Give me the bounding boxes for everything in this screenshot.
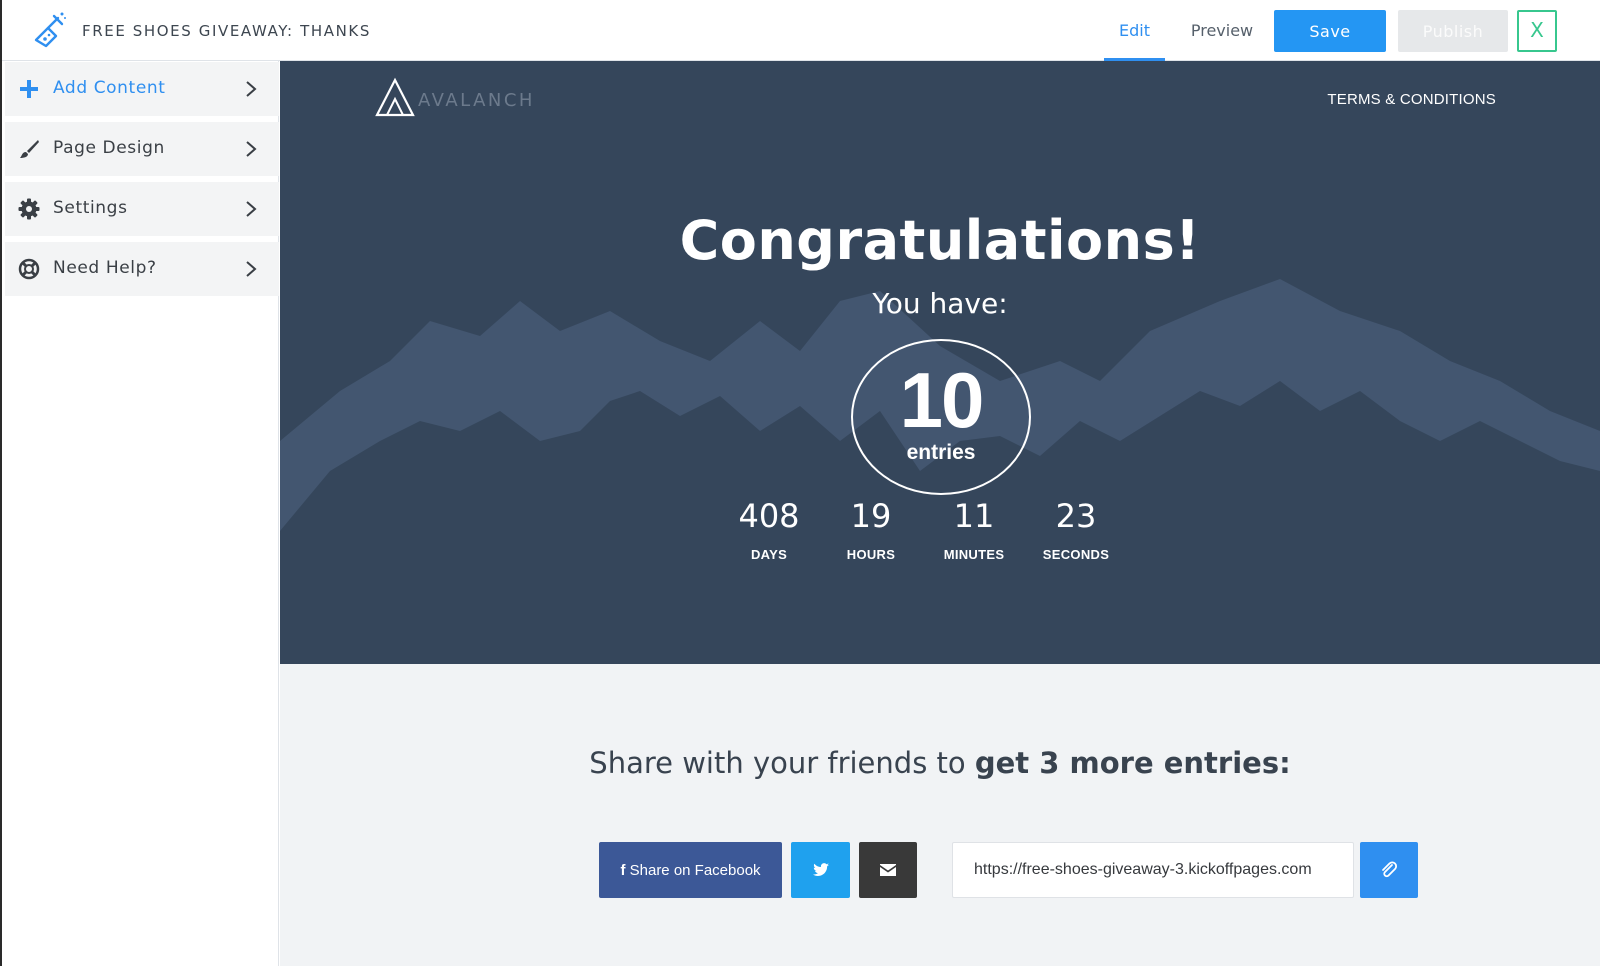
flask-logo-icon — [34, 12, 66, 48]
share-heading-bold: get 3 more entries: — [974, 746, 1291, 780]
countdown-value: 19 — [850, 497, 892, 535]
chevron-right-icon — [246, 201, 257, 217]
brand-name: AVALANCH — [418, 90, 535, 111]
publish-button[interactable]: Publish — [1398, 10, 1508, 52]
tab-preview[interactable]: Preview — [1180, 0, 1264, 61]
entries-label: entries — [906, 441, 976, 464]
countdown-days: 408 DAYS — [717, 497, 821, 562]
countdown-minutes: 11 MINUTES — [922, 497, 1026, 562]
share-twitter-button[interactable] — [791, 842, 850, 898]
plus-icon — [20, 80, 38, 98]
chevron-right-icon — [246, 81, 257, 97]
sidebar-item-label: Need Help? — [53, 258, 157, 278]
countdown-value: 23 — [1055, 497, 1097, 535]
share-url-field[interactable] — [952, 842, 1354, 898]
countdown-hours: 19 HOURS — [819, 497, 923, 562]
paperclip-icon — [1382, 861, 1398, 878]
share-heading: Share with your friends to get 3 more en… — [280, 746, 1600, 780]
chevron-right-icon — [246, 261, 257, 277]
share-facebook-label: Share on Facebook — [629, 861, 761, 879]
entries-badge: 10 entries — [851, 339, 1031, 495]
hero-section: AVALANCH TERMS & CONDITIONS Congratulati… — [280, 61, 1600, 664]
sidebar-item-label: Settings — [53, 198, 128, 218]
chevron-right-icon — [246, 141, 257, 157]
facebook-icon: f — [620, 861, 630, 879]
copy-link-button[interactable] — [1360, 842, 1418, 898]
page-canvas: AVALANCH TERMS & CONDITIONS Congratulati… — [280, 61, 1600, 966]
gear-icon — [18, 198, 40, 220]
countdown-label: MINUTES — [943, 547, 1005, 562]
entries-count: 10 — [899, 356, 985, 444]
sidebar-item-settings[interactable]: Settings — [5, 182, 279, 236]
countdown-value: 11 — [953, 497, 995, 535]
sidebar-item-need-help[interactable]: Need Help? — [5, 242, 279, 296]
countdown-label: DAYS — [750, 547, 788, 562]
countdown-label: HOURS — [846, 547, 896, 562]
share-heading-plain: Share with your friends to — [589, 746, 975, 780]
page-title: FREE SHOES GIVEAWAY: THANKS — [82, 22, 371, 40]
sidebar-item-label: Page Design — [53, 138, 165, 158]
tab-edit[interactable]: Edit — [1104, 0, 1165, 61]
sidebar-item-label: Add Content — [53, 78, 166, 98]
twitter-icon — [812, 863, 829, 876]
share-email-button[interactable] — [859, 842, 917, 898]
save-button[interactable]: Save — [1274, 10, 1386, 52]
countdown-label: SECONDS — [1042, 547, 1110, 562]
terms-link[interactable]: TERMS & CONDITIONS — [1327, 91, 1496, 108]
subheadline: You have: — [872, 287, 1008, 320]
sidebar-item-page-design[interactable]: Page Design — [5, 122, 279, 176]
sidebar-item-add-content[interactable]: Add Content — [5, 62, 279, 116]
countdown-seconds: 23 SECONDS — [1024, 497, 1128, 562]
countdown-value: 408 — [738, 497, 800, 535]
share-facebook-button[interactable]: f Share on Facebook — [599, 842, 782, 898]
top-bar: FREE SHOES GIVEAWAY: THANKS Edit Preview… — [2, 0, 1600, 61]
lifebuoy-icon — [18, 258, 40, 280]
sidebar: Add Content Page Design Settings Need He… — [2, 61, 279, 966]
headline: Congratulations! — [679, 209, 1201, 272]
close-button[interactable]: X — [1517, 10, 1557, 52]
brush-icon — [20, 140, 39, 158]
app-window: FREE SHOES GIVEAWAY: THANKS Edit Preview… — [0, 0, 1600, 966]
countdown-timer: 408 DAYS 19 HOURS 11 MINUTES 23 SECONDS — [717, 497, 1165, 577]
envelope-icon — [880, 864, 896, 876]
